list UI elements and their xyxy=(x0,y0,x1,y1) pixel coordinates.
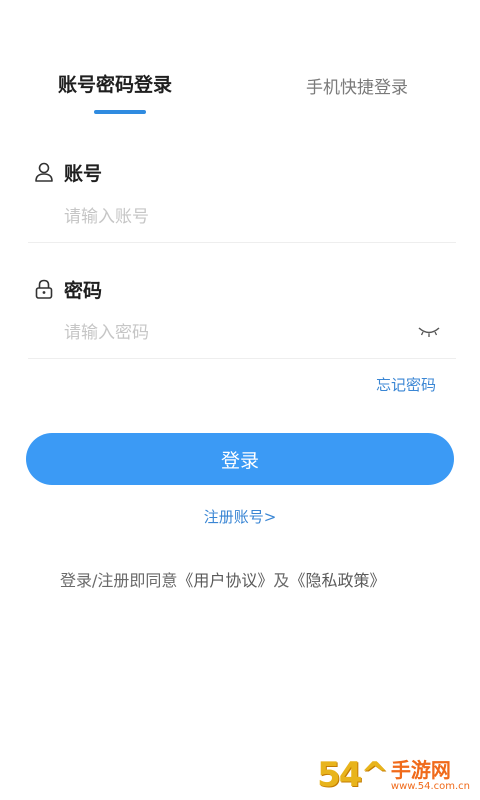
account-input[interactable] xyxy=(64,201,444,233)
tab-account-password[interactable]: 账号密码登录 xyxy=(58,70,172,97)
agreement-text: 登录/注册即同意《用户协议》及《隐私政策》 xyxy=(60,567,385,591)
forgot-password-link[interactable]: 忘记密码 xyxy=(376,374,436,395)
watermark-url: www.54.com.cn xyxy=(390,781,470,792)
active-tab-indicator xyxy=(94,110,146,114)
agreement-and: 及 xyxy=(273,571,290,590)
login-button[interactable]: 登录 xyxy=(26,433,454,485)
lock-icon xyxy=(32,277,56,301)
account-divider xyxy=(28,242,456,243)
password-label-row: 密码 xyxy=(32,275,102,303)
tab-phone-quick[interactable]: 手机快捷登录 xyxy=(306,73,408,98)
login-tabs: 账号密码登录 手机快捷登录 xyxy=(0,0,480,120)
account-label: 账号 xyxy=(64,162,103,185)
watermark-logo: 54^ 手游网 www.54.com.cn xyxy=(317,758,470,792)
password-label: 密码 xyxy=(64,279,103,302)
watermark-number: 54^ xyxy=(317,755,389,795)
agreement-prefix: 登录/注册即同意 xyxy=(60,571,178,590)
register-link[interactable]: 注册账号> xyxy=(0,506,480,527)
eye-closed-icon[interactable] xyxy=(416,322,442,342)
user-agreement-link[interactable]: 《用户协议》 xyxy=(177,571,273,590)
watermark-text-group: 手游网 www.54.com.cn xyxy=(390,758,470,793)
password-input[interactable] xyxy=(64,317,404,349)
password-divider xyxy=(28,358,456,359)
user-icon xyxy=(32,160,56,184)
privacy-policy-link[interactable]: 《隐私政策》 xyxy=(289,571,385,590)
watermark-text: 手游网 xyxy=(390,758,451,782)
account-label-row: 账号 xyxy=(32,158,102,186)
